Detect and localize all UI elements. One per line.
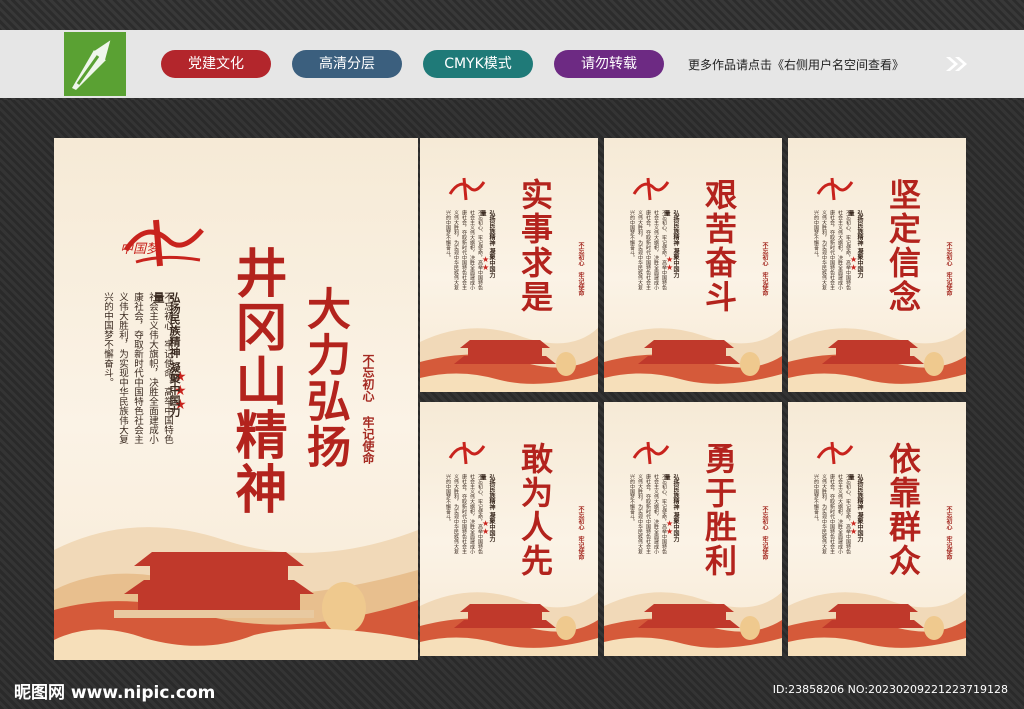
main-subtitle: 大力弘扬 [299,286,350,470]
slogan-a: 不忘初心 [577,506,584,530]
palace-scene-icon [788,592,966,656]
image-id: ID:23858206 NO:20230209221223719128 [772,683,1008,696]
poster-body: 不忘初心、牢记使命，高举中国特色社会主义伟大旗帜，决胜全面建成小康社会，夺取新时… [445,474,483,554]
double-chevron-right-icon[interactable] [944,55,970,73]
poster-body: 不忘初心、牢记使命，高举中国特色社会主义伟大旗帜，决胜全面建成小康社会，夺取新时… [813,474,851,554]
palace-scene-icon [420,592,598,656]
poster-title: 勇于胜利 [700,442,738,578]
china-dream-logo-icon [632,441,670,465]
slogan-b: 牢记使命 [361,416,375,464]
poster-title: 敢为人先 [516,442,554,578]
poster-title: 坚定信念 [884,178,922,314]
slogan-a: 不忘初心 [361,354,375,402]
stars-icon: ★ ★ [482,255,490,272]
small-poster-4: 敢为人先 弘扬民族精神 凝聚中国力量 不忘初心、牢记使命，高举中国特色社会主义伟… [420,402,598,656]
palace-scene-icon [604,328,782,392]
palace-scene-icon [54,527,418,660]
slogan-b: 牢记使命 [577,536,584,560]
china-dream-logo-icon [816,441,854,465]
slogan-a: 不忘初心 [577,242,584,266]
poster-body: 不忘初心、牢记使命，高举中国特色社会主义伟大旗帜，决胜全面建成小康社会，夺取新时… [629,210,667,290]
poster-title: 实事求是 [516,178,554,314]
poster-title: 依靠群众 [884,442,922,578]
small-poster-5: 勇于胜利 弘扬民族精神 凝聚中国力量 不忘初心、牢记使命，高举中国特色社会主义伟… [604,402,782,656]
logo-text: 中国梦 [120,242,160,257]
small-poster-3: 坚定信念 弘扬民族精神 凝聚中国力量 不忘初心、牢记使命，高举中国特色社会主义伟… [788,138,966,392]
china-dream-logo-icon [816,177,854,201]
small-poster-2: 艰苦奋斗 弘扬民族精神 凝聚中国力量 不忘初心、牢记使命，高举中国特色社会主义伟… [604,138,782,392]
poster-body: 不忘初心、牢记使命，高举中国特色社会主义伟大旗帜，决胜全面建成小康社会，夺取新时… [813,210,851,290]
poster-body: 不忘初心、牢记使命，高举中国特色社会主义伟大旗帜，决胜全面建成小康社会，夺取新时… [629,474,667,554]
slogan-b: 牢记使命 [761,272,768,296]
main-title: 井冈山精神 [226,246,287,516]
tag-hd-layers[interactable]: 高清分层 [292,50,402,78]
slogan-b: 牢记使命 [761,536,768,560]
slogan-b: 牢记使命 [945,536,952,560]
palace-scene-icon [604,592,782,656]
small-poster-6: 依靠群众 弘扬民族精神 凝聚中国力量 不忘初心、牢记使命，高举中国特色社会主义伟… [788,402,966,656]
slogan-a: 不忘初心 [945,242,952,266]
stars-icon: ★ ★ [850,255,858,272]
stars-icon: ★ ★ [482,519,490,536]
slogan-b: 牢记使命 [577,272,584,296]
stars-icon: ★ ★ [666,519,674,536]
main-poster: 中国梦 井冈山精神 大力弘扬 ★ ★ ★ 不忘初心 牢记使命 弘扬民族精神 凝聚中国… [54,138,418,660]
palace-scene-icon [420,328,598,392]
tag-cmyk[interactable]: CMYK模式 [423,50,533,78]
stars-icon: ★ ★ [666,255,674,272]
small-poster-1: 实事求是 弘扬民族精神 凝聚中国力量 不忘初心、牢记使命，高举中国特色社会主义伟… [420,138,598,392]
tag-no-repost[interactable]: 请勿转载 [554,50,664,78]
site-logo[interactable] [64,32,126,96]
tag-party-culture[interactable]: 党建文化 [161,50,271,78]
slogan-b: 牢记使命 [945,272,952,296]
china-dream-logo-icon [632,177,670,201]
slogan-a: 不忘初心 [945,506,952,530]
more-works-link[interactable]: 更多作品请点击《右侧用户名空间查看》 [688,56,904,73]
slogan-a: 不忘初心 [761,506,768,530]
poster-title: 艰苦奋斗 [700,178,738,314]
main-body-text: 不忘初心、牢记使命，高举中国特色社会主义伟大旗帜，决胜全面建成小康社会，夺取新时… [102,292,173,444]
china-dream-logo-icon [448,177,486,201]
stars-icon: ★ ★ [850,519,858,536]
pen-logo-icon [72,35,114,90]
china-dream-logo-icon [448,441,486,465]
site-watermark[interactable]: 昵图网 www.nipic.com [14,678,215,703]
palace-scene-icon [788,328,966,392]
slogan-a: 不忘初心 [761,242,768,266]
poster-body: 不忘初心、牢记使命，高举中国特色社会主义伟大旗帜，决胜全面建成小康社会，夺取新时… [445,210,483,290]
